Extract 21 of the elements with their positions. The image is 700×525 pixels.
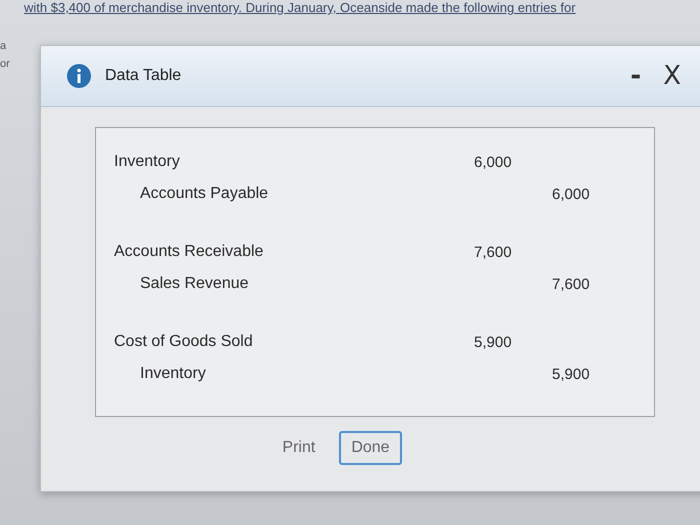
account-name: Accounts Payable	[139, 185, 270, 203]
amount: 6,000	[474, 154, 512, 170]
account-name: Cost of Goods Sold	[114, 333, 254, 351]
background-text: a	[0, 40, 8, 52]
amount: 6,000	[552, 186, 590, 202]
dialog-button[interactable]: Done	[339, 431, 402, 465]
minimize-button[interactable]: -	[626, 61, 646, 91]
amount: 5,900	[474, 334, 512, 350]
info-icon	[67, 64, 91, 88]
close-button[interactable]: X	[659, 61, 685, 91]
account-name: Inventory	[114, 153, 181, 171]
amount: 5,900	[552, 366, 590, 382]
amount: 7,600	[552, 276, 590, 292]
dialog-button[interactable]: Print	[270, 431, 328, 465]
account-name: Sales Revenue	[139, 275, 250, 293]
account-name: Accounts Receivable	[114, 243, 264, 261]
background-text: or	[0, 58, 10, 70]
amount: 7,600	[474, 244, 512, 260]
background-sentence: with $3,400 of merchandise inventory. During January, Oceanside made the following entries for	[24, 0, 576, 15]
dialog-title: Data Table	[105, 67, 182, 85]
account-name: Inventory	[139, 365, 207, 383]
